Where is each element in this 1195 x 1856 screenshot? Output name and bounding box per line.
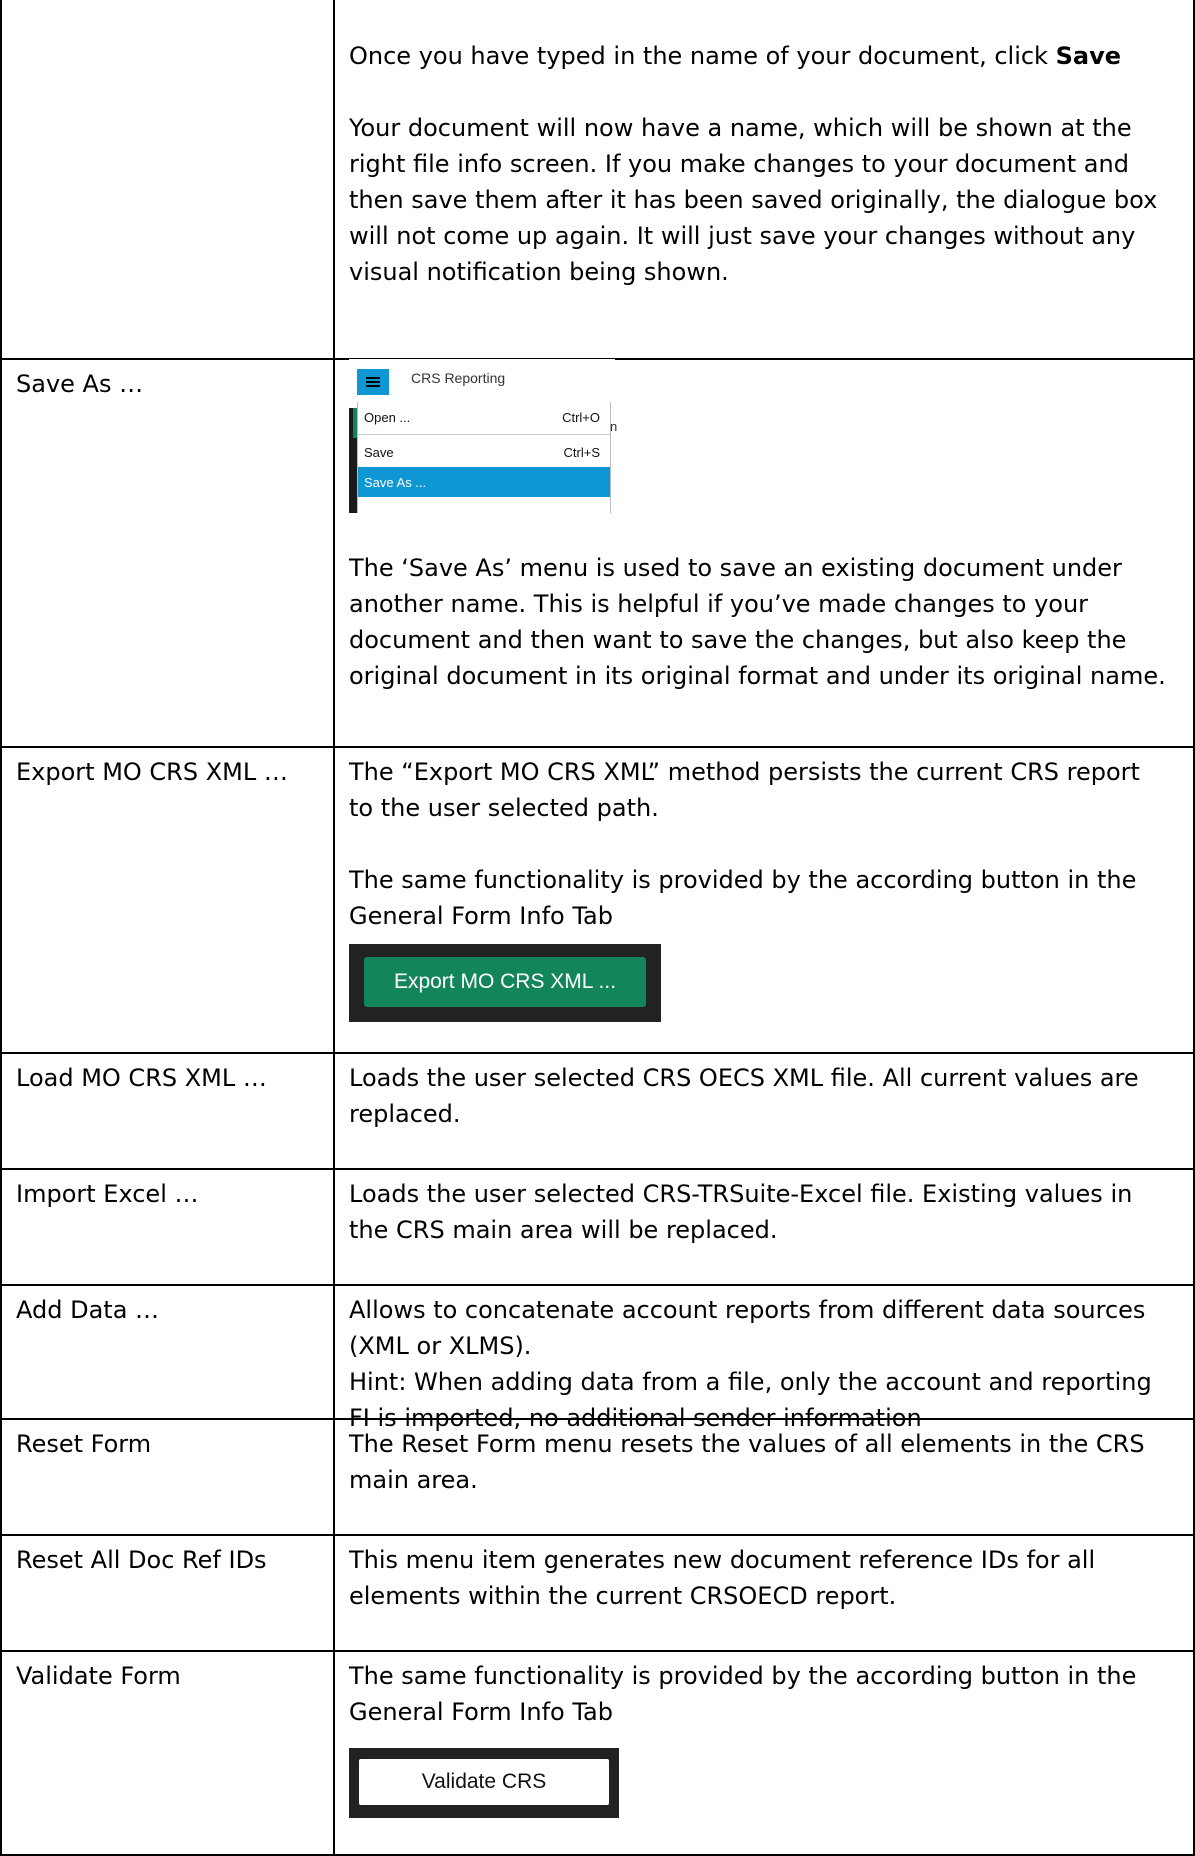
row-divider: [0, 1168, 1195, 1170]
row-divider: [0, 1052, 1195, 1054]
export-paragraph: The “Export MO CRS XML” method persists …: [349, 758, 1140, 822]
save-keyword: Save: [1055, 42, 1121, 70]
save-step-text: Once you have typed in the name of your …: [349, 42, 1056, 70]
save-instructions: Once you have typed in the name of your …: [349, 38, 1169, 290]
row-divider: [0, 746, 1195, 748]
add-data-paragraph: Allows to concatenate account reports fr…: [349, 1296, 1146, 1360]
menu-item-label: Save As ...: [364, 475, 427, 490]
add-data-description: Allows to concatenate account reports fr…: [349, 1292, 1169, 1436]
row-label-save-as: Save As …: [16, 370, 144, 398]
import-excel-description: Loads the user selected CRS-TRSuite-Exce…: [349, 1180, 1133, 1244]
save-step-paragraph: Once you have typed in the name of your …: [349, 38, 1169, 74]
row-label-reset-doc-ref-ids: Reset All Doc Ref IDs: [16, 1546, 267, 1574]
column-divider: [333, 0, 335, 1856]
row-divider: [0, 1534, 1195, 1536]
export-description: The “Export MO CRS XML” method persists …: [349, 754, 1169, 934]
load-description: Loads the user selected CRS OECS XML fil…: [349, 1064, 1139, 1128]
menu-separator: [358, 434, 610, 435]
row-divider: [0, 1650, 1195, 1652]
table-left-border: [0, 0, 2, 1856]
hamburger-menu-icon[interactable]: [357, 369, 389, 395]
menu-item-save[interactable]: Save Ctrl+S: [358, 437, 610, 467]
row-label-reset-form: Reset Form: [16, 1430, 152, 1458]
row-divider: [0, 1284, 1195, 1286]
validate-form-description: The same functionality is provided by th…: [349, 1662, 1137, 1726]
menu-item-save-as[interactable]: Save As ...: [358, 467, 610, 497]
menu-item-open[interactable]: Open ... Ctrl+O: [358, 402, 610, 432]
export-button-screenshot: Export MO CRS XML ...: [349, 944, 661, 1022]
file-dropdown-menu: Open ... Ctrl+O Save Ctrl+S Save As ...: [357, 402, 611, 513]
menu-item-label: Open ...: [364, 410, 411, 425]
menu-item-shortcut: Ctrl+O: [562, 410, 600, 425]
file-menu-screenshot: CRS Reporting Open ... Ctrl+O Save Ctrl+…: [349, 359, 618, 513]
menu-item-shortcut: Ctrl+S: [563, 445, 600, 460]
reset-form-description: The Reset Form menu resets the values of…: [349, 1430, 1145, 1494]
app-bar: CRS Reporting: [349, 359, 615, 395]
row-label-load: Load MO CRS XML …: [16, 1064, 267, 1092]
reset-doc-ref-ids-description: This menu item generates new document re…: [349, 1546, 1096, 1610]
document-table: Once you have typed in the name of your …: [0, 0, 1195, 1856]
validate-crs-button[interactable]: Validate CRS: [359, 1759, 609, 1805]
export-button-note: The same functionality is provided by th…: [349, 866, 1137, 930]
row-label-export: Export MO CRS XML …: [16, 758, 288, 786]
row-label-import-excel: Import Excel …: [16, 1180, 199, 1208]
menu-item-label: Save: [364, 445, 394, 460]
app-title: CRS Reporting: [411, 370, 506, 386]
save-result-paragraph: Your document will now have a name, whic…: [349, 114, 1158, 286]
row-label-add-data: Add Data …: [16, 1296, 160, 1324]
save-as-description: The ‘Save As’ menu is used to save an ex…: [349, 554, 1166, 690]
clipped-background-text: n: [610, 419, 618, 434]
validate-button-screenshot: Validate CRS: [349, 1748, 619, 1818]
export-mo-crs-xml-button[interactable]: Export MO CRS XML ...: [364, 957, 646, 1007]
row-label-validate-form: Validate Form: [16, 1662, 181, 1690]
